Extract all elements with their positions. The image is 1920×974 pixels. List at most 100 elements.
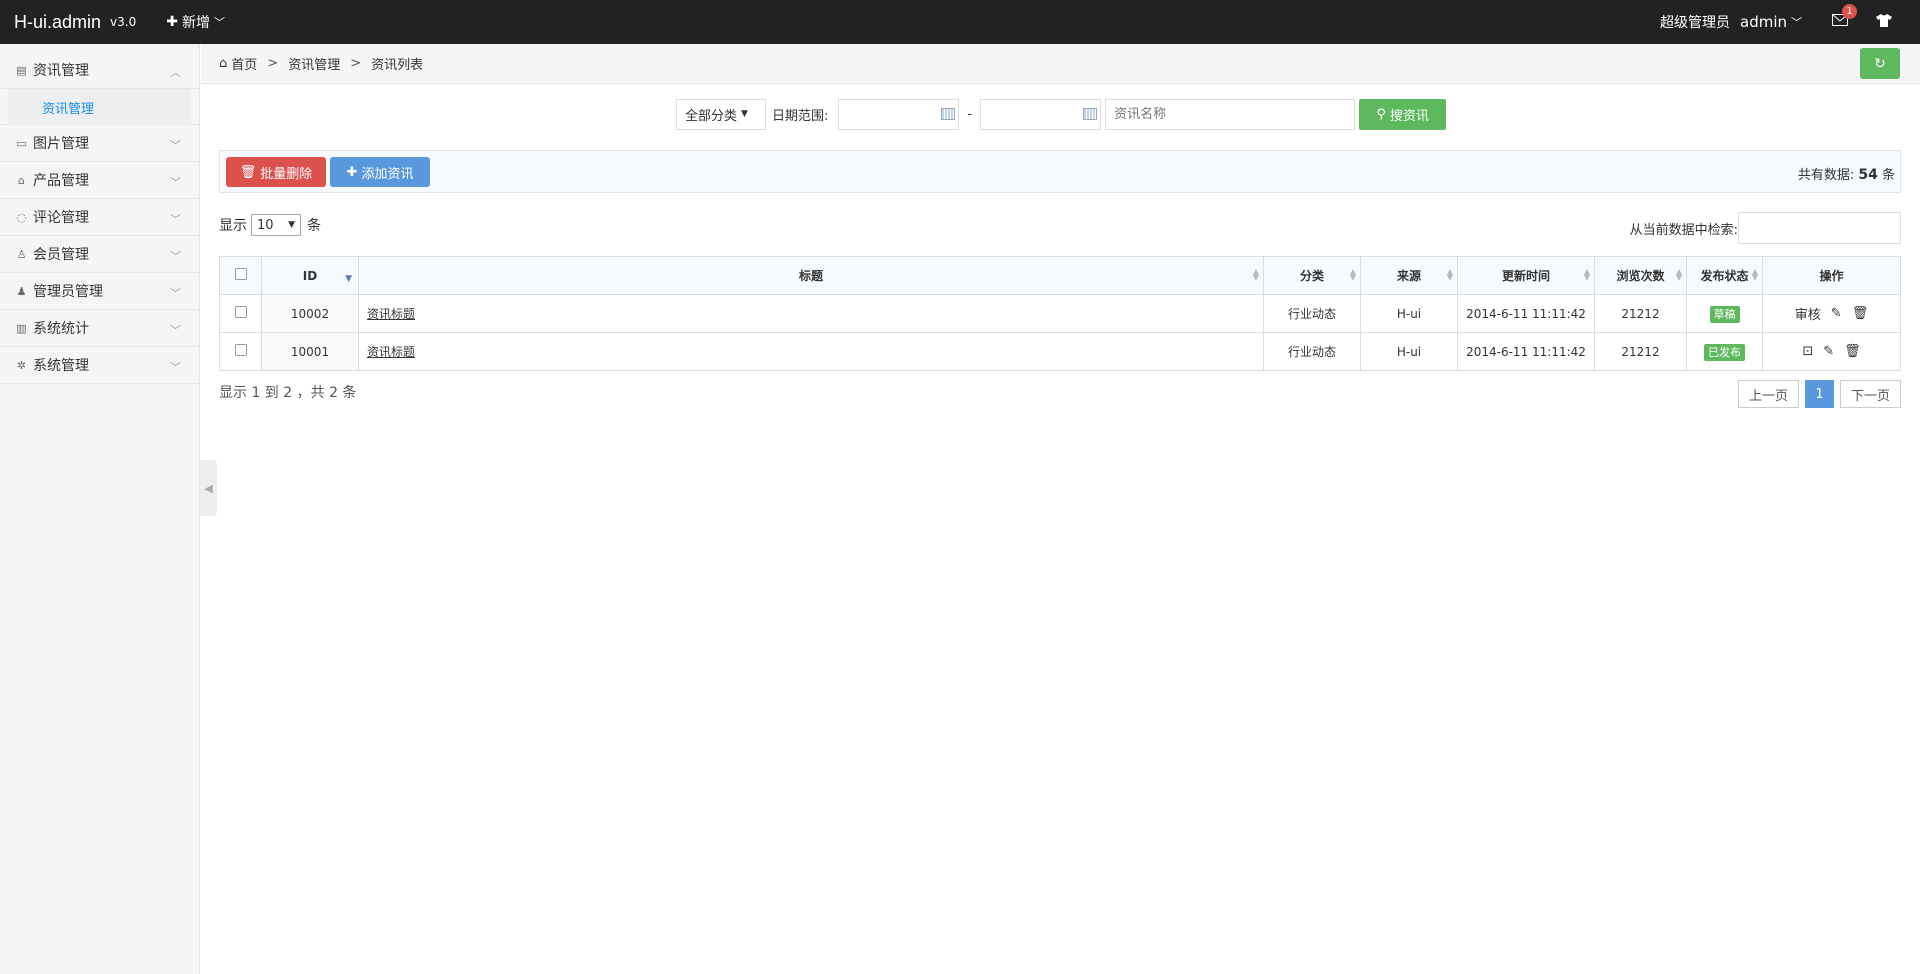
sidebar-item-news[interactable]: ▤ 资讯管理 ︿ — [0, 52, 199, 89]
chevron-down-icon: ﹀ — [170, 250, 181, 263]
prev-page-button[interactable]: 上一页 — [1737, 380, 1799, 408]
title-link[interactable]: 资讯标题 — [367, 345, 415, 359]
mail-count-badge: 1 — [1842, 4, 1857, 19]
sidebar-item-label: 产品管理 — [33, 173, 89, 189]
search-icon: ⚲ — [1376, 106, 1386, 122]
sidebar-item-pictures[interactable]: ▭ 图片管理 ﹀ — [0, 125, 199, 162]
column-header-views[interactable]: 浏览次数 ▲ ▼ — [1594, 256, 1687, 295]
column-header-category[interactable]: 分类 ▲ ▼ — [1263, 256, 1361, 295]
views-cell: 21212 — [1594, 294, 1687, 333]
total-number: 54 — [1858, 167, 1878, 183]
user-menu-button[interactable]: admin ﹀ — [1740, 13, 1802, 31]
chevron-down-icon: ﹀ — [170, 287, 181, 300]
calendar-icon[interactable] — [941, 107, 956, 120]
sidebar-collapse-toggle[interactable]: ◀ — [200, 460, 217, 516]
add-news-label: 添加资讯 — [361, 166, 414, 182]
trash-icon[interactable]: 🗑 — [1844, 344, 1861, 359]
unpublish-icon[interactable]: ⊡ — [1802, 344, 1813, 359]
edit-icon[interactable]: ✎ — [1831, 306, 1842, 321]
breadcrumb: ⌂ 首页 > 资讯管理 > 资讯列表 ↻ — [201, 44, 1920, 84]
caret-down-icon: ▼ — [288, 220, 295, 230]
version-label: v3.0 — [110, 15, 137, 29]
row-actions: 审核 ✎ 🗑 — [1795, 304, 1868, 323]
calendar-icon[interactable] — [1083, 107, 1098, 120]
sidebar-item-label: 系统管理 — [33, 358, 89, 374]
row-actions: ⊡ ✎ 🗑 — [1802, 344, 1860, 359]
batch-delete-button[interactable]: 🗑 批量删除 — [226, 157, 326, 187]
news-icon: ▤ — [16, 63, 27, 77]
column-header-time[interactable]: 更新时间 ▲ ▼ — [1457, 256, 1595, 295]
page-length-select[interactable]: 10 ▼ — [251, 214, 301, 236]
sidebar-item-admins[interactable]: ♟ 管理员管理 ﹀ — [0, 273, 199, 310]
breadcrumb-level1[interactable]: 资讯管理 — [288, 54, 340, 73]
plus-icon: ✚ — [166, 14, 178, 30]
total-count: 共有数据: 54 条 — [1798, 164, 1895, 183]
date-end-input[interactable] — [980, 98, 1102, 130]
date-start-input[interactable] — [838, 98, 960, 130]
refresh-button[interactable]: ↻ — [1860, 48, 1900, 79]
sort-desc-icon: ▼ — [345, 274, 352, 284]
sort-icon: ▲ ▼ — [1751, 267, 1758, 282]
next-page-button[interactable]: 下一页 — [1839, 380, 1901, 408]
date-range-label: 日期范围: — [772, 108, 829, 124]
chevron-up-icon: ︿ — [170, 66, 181, 79]
sidebar-item-members[interactable]: ♙ 会员管理 ﹀ — [0, 236, 199, 273]
title-cell: 资讯标题 — [358, 294, 1264, 333]
search-button-label: 搜资讯 — [1389, 108, 1429, 124]
stats-icon: ▥ — [16, 321, 27, 335]
sidebar-item-label: 系统统计 — [33, 321, 89, 337]
mail-button[interactable]: 1 — [1832, 4, 1857, 30]
column-label: 操作 — [1819, 269, 1844, 283]
column-label: 发布状态 — [1700, 269, 1749, 283]
column-header-id[interactable]: ID ▼ — [261, 256, 359, 295]
column-header-title[interactable]: 标题 ▲ ▼ — [358, 256, 1264, 295]
select-all-checkbox[interactable] — [234, 268, 247, 280]
top-navbar: H-ui.admin v3.0 ✚ 新增 ﹀ 超级管理员 admin ﹀ 1 — [0, 0, 1920, 44]
caret-down-icon: ▼ — [741, 109, 748, 119]
news-name-input[interactable] — [1105, 98, 1356, 130]
table-row: 10002 资讯标题 行业动态 H-ui 2014-6-11 11:11:42 … — [219, 294, 1901, 333]
total-prefix: 共有数据: — [1797, 168, 1855, 183]
skin-button[interactable] — [1876, 13, 1892, 31]
search-button[interactable]: ⚲ 搜资讯 — [1359, 98, 1447, 130]
search-row: 全部分类 ▼ 日期范围: - ⚲ 搜资讯 — [676, 98, 1447, 130]
sidebar-subitem-news[interactable]: 资讯管理 — [8, 89, 191, 125]
sidebar-item-label: 资讯管理 — [33, 63, 89, 79]
title-link[interactable]: 资讯标题 — [367, 307, 415, 321]
brand-logo[interactable]: H-ui.admin — [14, 12, 101, 33]
category-cell: 行业动态 — [1263, 294, 1361, 333]
edit-icon[interactable]: ✎ — [1823, 344, 1834, 359]
add-news-button[interactable]: ✚ 添加资讯 — [330, 157, 430, 187]
sidebar-item-comments[interactable]: ◌ 评论管理 ﹀ — [0, 199, 199, 236]
category-select[interactable]: 全部分类 ▼ — [676, 98, 766, 130]
filter-input[interactable] — [1738, 212, 1901, 244]
row-checkbox[interactable] — [234, 344, 247, 356]
refresh-icon: ↻ — [1874, 55, 1886, 72]
picture-icon: ▭ — [16, 136, 27, 150]
views-cell: 21212 — [1594, 332, 1687, 371]
sort-icon: ▲ ▼ — [1349, 267, 1356, 282]
role-label: 超级管理员 — [1660, 15, 1730, 31]
column-header-status[interactable]: 发布状态 ▲ ▼ — [1686, 256, 1763, 295]
comment-icon: ◌ — [16, 210, 27, 224]
category-select-value: 全部分类 — [685, 108, 738, 124]
home-icon: ⌂ — [219, 56, 228, 71]
column-header-source[interactable]: 来源 ▲ ▼ — [1360, 256, 1458, 295]
page-1-button[interactable]: 1 — [1804, 380, 1834, 408]
review-link[interactable]: 审核 — [1795, 304, 1821, 323]
breadcrumb-home[interactable]: 首页 — [231, 54, 257, 73]
table-header-row: ID ▼ 标题 ▲ ▼ 分类 ▲ ▼ 来源 ▲ ▼ 更新时间 ▲ ▼ 浏览次数 ▲ ▼ 发布状态 ▲ ▼ … — [219, 256, 1901, 295]
category-cell: 行业动态 — [1263, 332, 1361, 371]
sidebar-item-products[interactable]: ⌂ 产品管理 ﹀ — [0, 162, 199, 199]
column-label: 标题 — [798, 269, 823, 283]
column-label: 分类 — [1299, 269, 1324, 283]
trash-icon[interactable]: 🗑 — [1852, 306, 1869, 321]
sidebar-item-system[interactable]: ✲ 系统管理 ﹀ — [0, 347, 199, 384]
row-checkbox[interactable] — [234, 306, 247, 318]
chevron-down-icon: ﹀ — [170, 213, 181, 226]
status-cell: 草稿 — [1686, 294, 1763, 333]
new-menu-button[interactable]: ✚ 新增 ﹀ — [166, 12, 225, 32]
sidebar-item-stats[interactable]: ▥ 系统统计 ﹀ — [0, 310, 199, 347]
column-label: 更新时间 — [1501, 269, 1550, 283]
sidebar: ▤ 资讯管理 ︿ 资讯管理 ▭ 图片管理 ﹀ ⌂ 产品管理 ﹀ ◌ 评论管理 ﹀… — [0, 44, 200, 974]
